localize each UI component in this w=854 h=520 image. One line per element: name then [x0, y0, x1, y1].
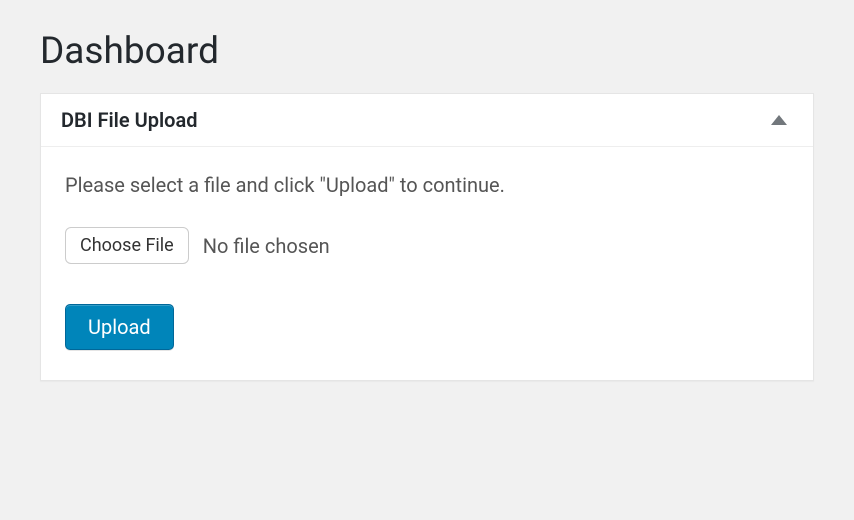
- page-title: Dashboard: [40, 0, 814, 93]
- widget-title: DBI File Upload: [61, 108, 197, 132]
- upload-widget: DBI File Upload Please select a file and…: [40, 93, 814, 381]
- file-input-row: Choose File No file chosen: [65, 227, 789, 264]
- upload-button[interactable]: Upload: [65, 304, 174, 350]
- collapse-toggle-icon[interactable]: [771, 115, 787, 125]
- instruction-text: Please select a file and click "Upload" …: [65, 173, 789, 197]
- choose-file-button[interactable]: Choose File: [65, 227, 189, 264]
- widget-body: Please select a file and click "Upload" …: [41, 147, 813, 380]
- widget-header: DBI File Upload: [41, 94, 813, 147]
- file-status-text: No file chosen: [203, 234, 330, 258]
